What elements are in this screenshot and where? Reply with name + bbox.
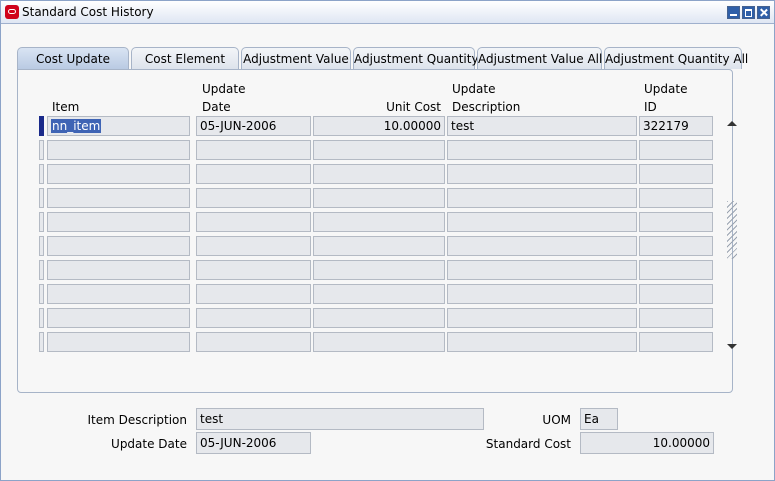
oracle-app-icon [5,5,19,19]
tab-cost-element[interactable]: Cost Element [131,47,239,69]
scroll-up-icon[interactable] [727,121,737,126]
cell-update-date[interactable] [196,284,311,304]
uom-label: UOM [542,413,571,427]
cell-item[interactable] [47,308,190,328]
row-indicator[interactable] [39,212,44,232]
row-indicator[interactable] [39,260,44,280]
standard-cost-history-window: Standard Cost History Cost Update Cost E… [0,0,775,481]
tab-adjustment-value-all[interactable]: Adjustment Value All [477,47,602,69]
cell-update-description[interactable] [447,140,637,160]
cell-unit-cost[interactable] [313,284,445,304]
cell-update-date[interactable] [196,188,311,208]
cell-update-id[interactable] [639,164,713,184]
tab-adjustment-quantity[interactable]: Adjustment Quantity [353,47,479,69]
col-header-update-date: Update Date [202,82,246,114]
row-indicator[interactable] [39,140,44,160]
col-header-item: Item [52,100,80,114]
cell-update-description[interactable]: test [447,116,637,136]
standard-cost-field[interactable]: 10.00000 [580,432,714,454]
cell-update-date[interactable] [196,212,311,232]
row-indicator[interactable] [39,284,44,304]
cell-update-date[interactable]: 05-JUN-2006 [196,116,311,136]
update-date-label: Update Date [111,437,187,451]
col-header-update-description: Update Description [452,82,521,114]
cell-item[interactable] [47,236,190,256]
cell-update-description[interactable] [447,260,637,280]
grid-scrollbar[interactable] [725,116,739,354]
window-title: Standard Cost History [22,5,154,19]
cell-update-id[interactable] [639,284,713,304]
cell-item[interactable] [47,188,190,208]
tab-cost-update[interactable]: Cost Update [17,47,129,70]
minimize-icon[interactable] [727,6,740,19]
cell-unit-cost[interactable] [313,212,445,232]
cell-update-description[interactable] [447,164,637,184]
cell-update-date[interactable] [196,236,311,256]
col-header-unit-cost: Unit Cost [386,100,441,114]
cell-update-id[interactable]: 322179 [639,116,713,136]
cell-update-date[interactable] [196,164,311,184]
cell-unit-cost[interactable] [313,188,445,208]
cell-update-date[interactable] [196,308,311,328]
cell-unit-cost[interactable] [313,332,445,352]
row-indicator[interactable] [39,116,44,136]
row-indicator[interactable] [39,332,44,352]
scroll-grip-icon[interactable] [727,201,737,259]
cell-item[interactable] [47,332,190,352]
cell-update-id[interactable] [639,140,713,160]
scroll-down-icon[interactable] [727,344,737,349]
cell-update-date[interactable] [196,332,311,352]
cell-item[interactable] [47,260,190,280]
cell-item[interactable]: nn_item [47,116,190,136]
cell-update-id[interactable] [639,308,713,328]
maximize-icon[interactable] [742,6,755,19]
row-indicator[interactable] [39,164,44,184]
cell-update-id[interactable] [639,332,713,352]
item-description-label: Item Description [87,413,187,427]
cell-update-description[interactable] [447,284,637,304]
cell-update-id[interactable] [639,212,713,232]
cell-item[interactable] [47,284,190,304]
cell-unit-cost[interactable] [313,260,445,280]
cell-update-description[interactable] [447,212,637,232]
row-indicator[interactable] [39,188,44,208]
cell-item[interactable] [47,164,190,184]
update-date-field[interactable]: 05-JUN-2006 [196,432,311,454]
col-header-update-id: Update ID [644,82,688,114]
item-description-field[interactable]: test [196,408,484,430]
cell-update-date[interactable] [196,260,311,280]
selected-item-text: nn_item [51,119,102,133]
close-icon[interactable] [757,6,770,19]
cell-update-date[interactable] [196,140,311,160]
tab-adjustment-quantity-all[interactable]: Adjustment Quantity All [604,47,748,69]
cell-update-description[interactable] [447,332,637,352]
row-indicator[interactable] [39,308,44,328]
cell-update-description[interactable] [447,188,637,208]
cell-unit-cost[interactable] [313,164,445,184]
cell-update-description[interactable] [447,308,637,328]
cell-unit-cost[interactable] [313,308,445,328]
title-bar: Standard Cost History [1,1,774,24]
cell-item[interactable] [47,140,190,160]
cell-update-id[interactable] [639,188,713,208]
cell-unit-cost[interactable] [313,236,445,256]
uom-field[interactable]: Ea [580,408,618,430]
cell-unit-cost[interactable] [313,140,445,160]
cell-update-id[interactable] [639,236,713,256]
row-indicator[interactable] [39,236,44,256]
cell-update-id[interactable] [639,260,713,280]
cell-update-description[interactable] [447,236,637,256]
tab-adjustment-value[interactable]: Adjustment Value [241,47,351,69]
standard-cost-label: Standard Cost [485,437,571,451]
cell-item[interactable] [47,212,190,232]
cell-unit-cost[interactable]: 10.00000 [313,116,445,136]
